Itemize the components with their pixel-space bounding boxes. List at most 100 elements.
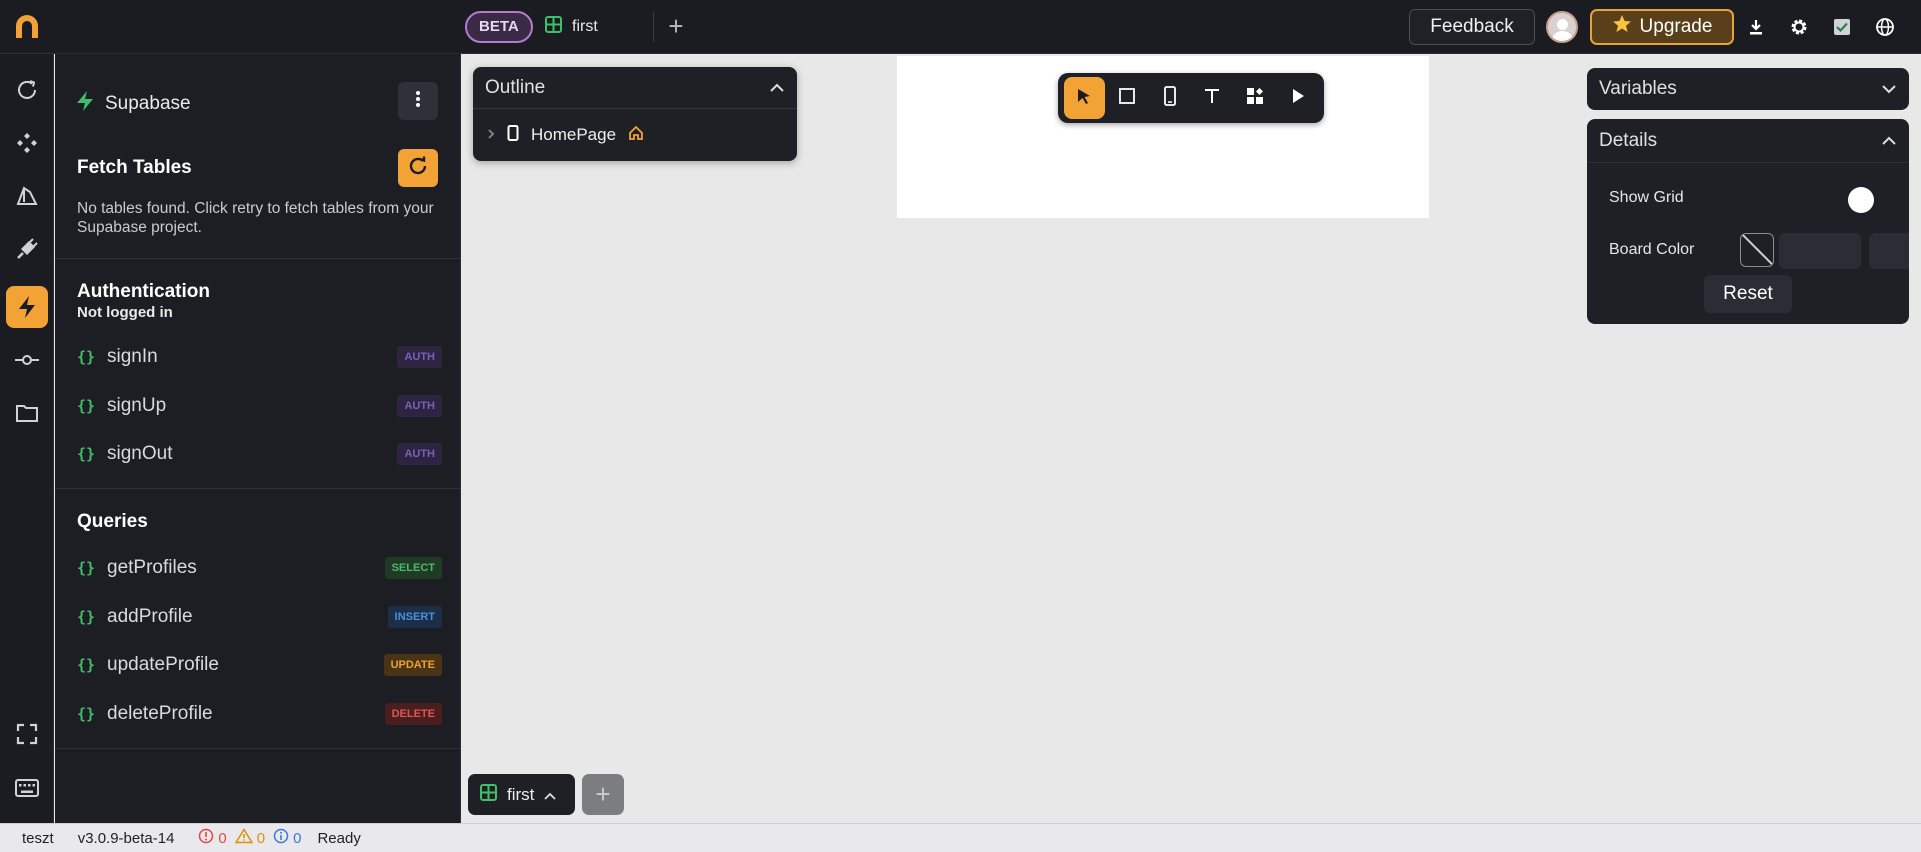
query-name: addProfile (107, 606, 193, 627)
outline-item-homepage[interactable]: HomePage (473, 109, 797, 161)
braces-icon: {} (77, 705, 96, 723)
query-updateprofile[interactable]: {} updateProfile UPDATE (77, 651, 442, 679)
query-deleteprofile[interactable]: {} deleteProfile DELETE (77, 700, 442, 728)
text-icon (1203, 87, 1221, 110)
kebab-icon (415, 90, 421, 113)
braces-icon: {} (77, 445, 96, 463)
fullscreen-icon[interactable] (11, 718, 43, 750)
chevron-up-icon[interactable] (544, 785, 557, 805)
download-icon[interactable] (1743, 14, 1769, 40)
chevron-up-icon[interactable] (769, 77, 785, 99)
retry-button[interactable] (398, 149, 438, 187)
auth-title: Authentication (77, 281, 210, 302)
feedback-button[interactable]: Feedback (1409, 9, 1535, 45)
home-icon (628, 125, 644, 146)
upgrade-button[interactable]: Upgrade (1590, 9, 1734, 45)
query-getprofiles[interactable]: {} getProfiles SELECT (77, 554, 442, 582)
add-tab-button[interactable]: + (663, 12, 689, 42)
error-icon (198, 828, 214, 848)
folder-icon[interactable] (11, 397, 43, 429)
checklist-icon[interactable] (1829, 14, 1855, 40)
fetch-tables-title: Fetch Tables (77, 157, 192, 178)
select-tool[interactable] (1064, 77, 1105, 119)
function-signout[interactable]: {} signOut AUTH (77, 440, 442, 468)
info-icon (273, 828, 289, 848)
text-tool[interactable] (1192, 77, 1233, 119)
status-bar: teszt v3.0.9-beta-14 0 0 0 Ready (0, 823, 1921, 852)
more-menu-button[interactable] (398, 82, 438, 120)
function-tag: AUTH (397, 395, 442, 417)
show-grid-label: Show Grid (1609, 189, 1684, 206)
grid-icon (545, 16, 562, 38)
query-addprofile[interactable]: {} addProfile INSERT (77, 603, 442, 631)
square-icon (1118, 87, 1136, 110)
components-tool[interactable] (1235, 77, 1276, 119)
supabase-panel: Supabase Fetch Tables No tables found. C… (55, 54, 461, 823)
reset-button[interactable]: Reset (1704, 275, 1792, 313)
outline-header[interactable]: Outline (473, 67, 797, 109)
add-page-button[interactable]: + (582, 774, 624, 815)
page-name: HomePage (531, 125, 617, 144)
function-tag: AUTH (397, 346, 442, 368)
play-tool[interactable] (1277, 77, 1318, 119)
components-icon[interactable] (11, 127, 43, 159)
section-divider (55, 488, 461, 489)
query-tag: DELETE (384, 703, 442, 725)
info-count-value: 0 (293, 829, 302, 847)
top-bar: BETA first + Feedback Upgrade (0, 0, 1921, 54)
avatar[interactable] (1546, 11, 1578, 43)
query-tag: INSERT (387, 606, 442, 628)
error-count[interactable]: 0 (198, 828, 227, 848)
canvas-toolbar (1058, 73, 1324, 123)
toggle-knob (1848, 187, 1874, 213)
error-count-value: 0 (218, 829, 227, 847)
info-count[interactable]: 0 (273, 828, 301, 848)
tab-label: first (572, 18, 598, 35)
supabase-icon[interactable] (6, 286, 48, 328)
query-name: deleteProfile (107, 703, 213, 724)
phone-icon (1163, 85, 1177, 111)
refresh-icon[interactable] (11, 74, 43, 106)
frame-tool[interactable] (1107, 77, 1148, 119)
plug-icon[interactable] (11, 233, 43, 265)
status-text: Ready (317, 829, 361, 847)
query-name: updateProfile (107, 654, 219, 675)
board-color-none-swatch[interactable] (1740, 233, 1774, 267)
panel-header: Supabase (75, 90, 191, 118)
query-tag: SELECT (384, 557, 442, 579)
beta-badge: BETA (465, 11, 533, 43)
section-divider (55, 748, 461, 749)
commit-icon[interactable] (11, 344, 43, 376)
grid-icon (480, 783, 497, 806)
page-tab-first[interactable]: first (468, 774, 575, 815)
page-tool[interactable] (1149, 77, 1190, 119)
function-name: signOut (107, 443, 173, 464)
function-name: signUp (107, 395, 167, 416)
chevron-up-icon[interactable] (1881, 130, 1897, 152)
braces-icon: {} (77, 348, 96, 366)
outline-title: Outline (485, 76, 546, 98)
theme-icon[interactable] (11, 180, 43, 212)
braces-icon: {} (77, 559, 96, 577)
function-signin[interactable]: {} signIn AUTH (77, 343, 442, 371)
app-logo[interactable] (12, 12, 42, 42)
chevron-down-icon[interactable] (1881, 78, 1897, 100)
details-title: Details (1599, 129, 1658, 151)
upgrade-label: Upgrade (1639, 16, 1713, 37)
tab-first[interactable]: first (545, 15, 598, 39)
variables-panel-header[interactable]: Variables (1587, 68, 1909, 110)
components-icon (1246, 87, 1264, 110)
gear-icon[interactable] (1786, 14, 1812, 40)
project-name: teszt (22, 829, 54, 847)
board-color-opacity-input[interactable] (1869, 233, 1909, 269)
warning-count[interactable]: 0 (234, 828, 265, 848)
function-signup[interactable]: {} signUp AUTH (77, 392, 442, 420)
globe-icon[interactable] (1872, 14, 1898, 40)
function-name: signIn (107, 346, 158, 367)
show-grid-toggle[interactable] (1845, 184, 1889, 213)
chevron-right-icon[interactable] (487, 125, 495, 145)
board-color-hex-input[interactable] (1779, 233, 1861, 269)
details-header[interactable]: Details (1587, 119, 1909, 163)
keyboard-icon[interactable] (11, 772, 43, 804)
cursor-icon (1075, 87, 1093, 110)
